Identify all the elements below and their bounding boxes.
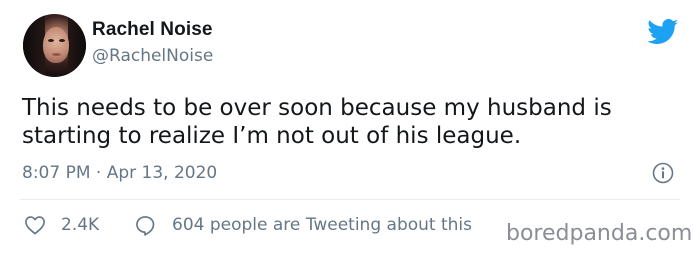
info-icon[interactable] bbox=[652, 162, 674, 184]
author-name[interactable]: Rachel Noise bbox=[92, 19, 213, 41]
avatar[interactable] bbox=[23, 14, 86, 77]
speech-bubble-icon[interactable] bbox=[134, 214, 156, 236]
tweet-card: Rachel Noise @RachelNoise This needs to … bbox=[0, 0, 700, 253]
tweet-timestamp[interactable]: 8:07 PM · Apr 13, 2020 bbox=[22, 163, 217, 183]
heart-icon[interactable] bbox=[24, 215, 46, 235]
tweeting-about-link[interactable]: 604 people are Tweeting about this bbox=[172, 215, 472, 235]
author-handle[interactable]: @RachelNoise bbox=[92, 46, 213, 66]
divider bbox=[20, 199, 680, 200]
twitter-bird-icon[interactable] bbox=[647, 19, 679, 45]
tweet-text: This needs to be over soon because my hu… bbox=[22, 95, 612, 149]
watermark: boredpanda.com bbox=[504, 221, 695, 247]
like-count[interactable]: 2.4K bbox=[61, 215, 99, 235]
